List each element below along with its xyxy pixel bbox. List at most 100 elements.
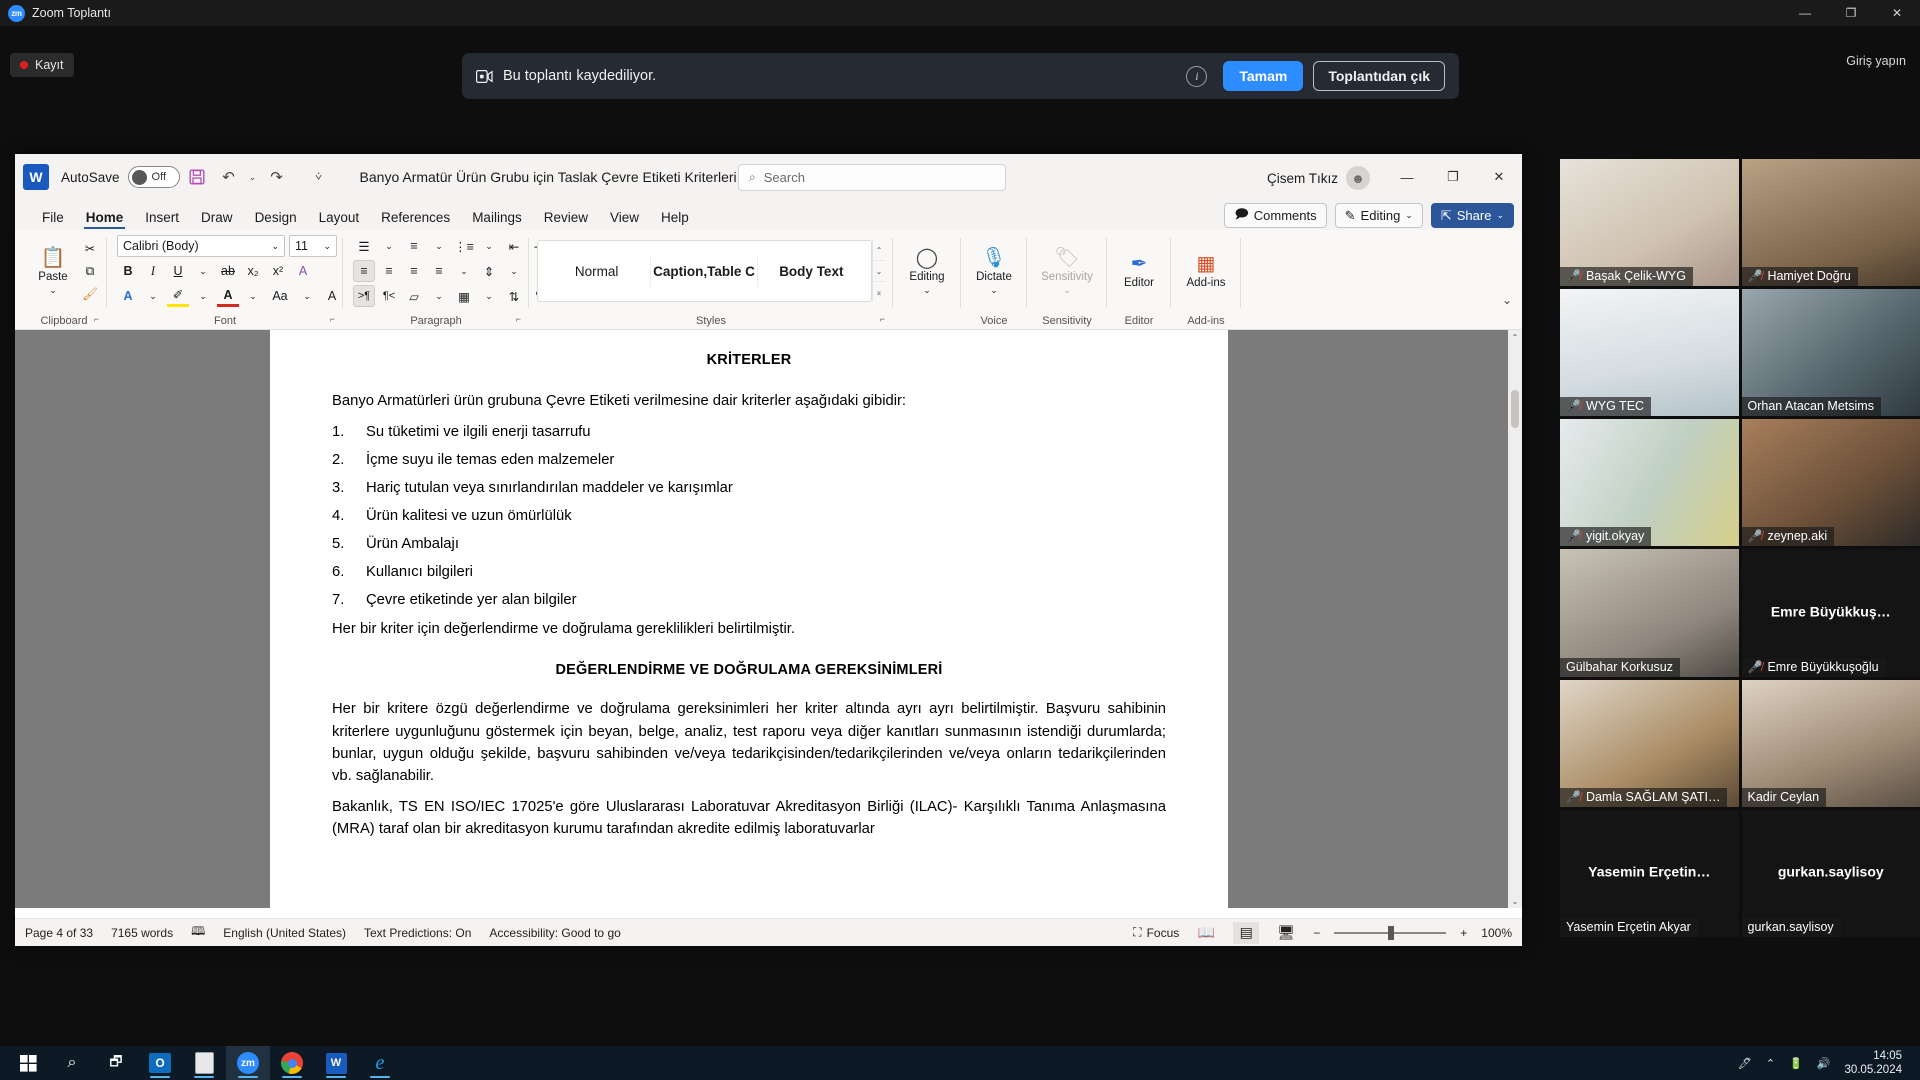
text-predictions-status[interactable]: Text Predictions: On (364, 926, 471, 940)
chevron-down-icon[interactable]: ⌄ (428, 285, 450, 307)
grow-font-icon[interactable]: A (321, 285, 343, 307)
chevron-down-icon[interactable]: ⌄ (478, 235, 500, 257)
customize-quick-access-icon[interactable]: ⩒ (304, 163, 334, 191)
borders-icon[interactable]: ▦ (453, 285, 475, 307)
scroll-up-icon[interactable]: ⌃ (1508, 330, 1522, 344)
line-spacing-icon[interactable]: ⇕ (478, 260, 500, 282)
chevron-down-icon[interactable]: ⌄ (296, 285, 318, 307)
read-mode-icon[interactable]: 📖 (1193, 922, 1219, 944)
participant-tile[interactable]: Orhan Atacan Metsims (1741, 289, 1920, 417)
rtl-icon[interactable]: ¶< (378, 285, 400, 307)
word-restore-button[interactable]: ❐ (1430, 154, 1476, 200)
underline-button[interactable]: U (167, 260, 189, 282)
document-vertical-scrollbar[interactable]: ⌃ ⌄ (1508, 330, 1522, 908)
bold-button[interactable]: B (117, 260, 139, 282)
tab-references[interactable]: References (370, 210, 461, 230)
search-input[interactable]: ⌕ Search (738, 164, 1006, 191)
editing-find-button[interactable]: ◯ Editing ⌄ (900, 247, 954, 296)
font-color-icon[interactable]: A (217, 285, 239, 307)
taskbar-app-zoom-icon[interactable]: zm (226, 1046, 270, 1080)
volume-icon[interactable]: 🔊 (1817, 1057, 1831, 1070)
chevron-down-icon[interactable]: ⌄ (242, 285, 264, 307)
addins-button[interactable]: ▦ Add-ins (1179, 253, 1233, 289)
ribbon-collapse-icon[interactable]: ⌄ (1502, 293, 1512, 307)
undo-icon[interactable]: ↶ (214, 163, 244, 191)
zoom-out-button[interactable]: − (1313, 926, 1320, 940)
share-button[interactable]: ⇱ Share ⌄ (1430, 203, 1514, 228)
tab-help[interactable]: Help (650, 210, 700, 230)
zoom-slider[interactable] (1334, 925, 1447, 940)
font-size-input[interactable]: 11 ⌄ (289, 235, 337, 257)
style-normal[interactable]: Normal (544, 256, 650, 287)
styles-scroll-up-icon[interactable]: ⌃ (872, 240, 886, 261)
sensitivity-button[interactable]: 🏷 Sensitivity ⌄ (1033, 247, 1101, 296)
zoom-maximize-button[interactable]: ❐ (1828, 0, 1874, 26)
participant-tile[interactable]: 🎤̸ zeynep.aki (1741, 419, 1920, 547)
chevron-down-icon[interactable]: ⌄ (453, 260, 475, 282)
align-left-icon[interactable]: ≡ (353, 260, 375, 282)
format-painter-icon[interactable]: 🖌 (79, 283, 101, 305)
task-view-icon[interactable]: 🗗 (94, 1046, 138, 1080)
clipboard-dialog-launcher-icon[interactable]: ⌐ (94, 310, 99, 328)
font-dialog-launcher-icon[interactable]: ⌐ (330, 310, 335, 328)
clear-formatting-icon[interactable]: A (292, 260, 314, 282)
leave-meeting-button[interactable]: Toplantıdan çık (1313, 61, 1445, 91)
account-info[interactable]: Çisem Tıkız ☻ (1267, 166, 1370, 190)
participant-tile[interactable]: 🎤̸ Damla SAĞLAM ŞATI… (1560, 679, 1739, 807)
participant-tile[interactable]: 🎤̸ Hamiyet Doğru (1741, 159, 1920, 287)
bullets-icon[interactable]: ☰ (353, 235, 375, 257)
tab-insert[interactable]: Insert (134, 210, 190, 230)
tab-file[interactable]: File (31, 210, 75, 230)
chevron-down-icon[interactable]: ⌄ (923, 285, 931, 296)
start-icon[interactable] (6, 1046, 50, 1080)
chevron-down-icon[interactable]: ⌄ (428, 235, 450, 257)
participant-tile[interactable]: 🎤̸ yigit.okyay (1560, 419, 1739, 547)
zoom-level-label[interactable]: 100% (1481, 926, 1512, 940)
chevron-down-icon[interactable]: ⌄ (323, 241, 331, 252)
proofing-errors-icon[interactable]: 🕮 (191, 922, 205, 943)
info-icon[interactable]: i (1186, 65, 1208, 87)
print-layout-icon[interactable]: ▤ (1233, 921, 1260, 944)
multilevel-list-icon[interactable]: ⋮≡ (453, 235, 475, 257)
cut-icon[interactable]: ✂ (79, 237, 101, 259)
taskbar-app-calculator-icon[interactable] (182, 1046, 226, 1080)
search-icon[interactable]: ⌕ (50, 1046, 94, 1080)
participant-tile[interactable]: gurkan.saylisoy gurkan.saylisoy (1741, 809, 1920, 937)
tab-mailings[interactable]: Mailings (461, 210, 533, 230)
superscript-button[interactable]: x² (267, 260, 289, 282)
tab-layout[interactable]: Layout (308, 210, 371, 230)
document-page[interactable]: KRİTERLER Banyo Armatürleri ürün grubuna… (270, 330, 1228, 908)
participant-tile[interactable]: Yasemin Erçetin… Yasemin Erçetin Akyar (1560, 809, 1739, 937)
participant-tile[interactable]: Kadir Ceylan (1741, 679, 1920, 807)
chevron-down-icon[interactable]: ⌄ (1063, 285, 1071, 296)
chevron-down-icon[interactable]: ⌄ (378, 235, 400, 257)
chevron-down-icon[interactable]: ⌄ (192, 260, 214, 282)
undo-dropdown-icon[interactable]: ⌄ (246, 163, 260, 191)
strikethrough-button[interactable]: ab (217, 260, 239, 282)
styles-more-icon[interactable]: ⌅ (873, 282, 886, 302)
style-caption-table-c[interactable]: Caption,Table C (649, 255, 757, 287)
consent-accept-button[interactable]: Tamam (1223, 61, 1304, 91)
subscript-button[interactable]: x₂ (242, 260, 264, 282)
zoom-in-button[interactable]: + (1460, 926, 1467, 940)
font-name-input[interactable]: Calibri (Body) ⌄ (117, 235, 285, 257)
page-number-status[interactable]: Page 4 of 33 (25, 926, 93, 940)
clock[interactable]: 14:05 30.05.2024 (1844, 1049, 1902, 1078)
styles-scroll-down-icon[interactable]: ⌄ (872, 261, 886, 282)
save-icon[interactable] (182, 163, 212, 191)
chevron-down-icon[interactable]: ⌄ (503, 260, 525, 282)
styles-gallery[interactable]: Normal Caption,Table C Body Text (536, 240, 872, 302)
chevron-down-icon[interactable]: ⌄ (142, 285, 164, 307)
sort-icon[interactable]: ⇅ (503, 285, 525, 307)
highlighter-icon[interactable]: ✐ (167, 285, 189, 307)
styles-gallery-scroll[interactable]: ⌃ ⌄ ⌅ (871, 240, 886, 302)
style-body-text[interactable]: Body Text (757, 255, 864, 287)
tab-draw[interactable]: Draw (190, 210, 244, 230)
zoom-minimize-button[interactable]: — (1782, 0, 1828, 26)
zoom-slider-thumb[interactable] (1388, 925, 1395, 940)
numbering-icon[interactable]: ≡ (403, 235, 425, 257)
participant-tile[interactable]: 🎤̸ WYG TEC (1560, 289, 1739, 417)
align-center-icon[interactable]: ≡ (378, 260, 400, 282)
taskbar-app-edge-icon[interactable]: e (358, 1046, 402, 1080)
scroll-down-icon[interactable]: ⌄ (1508, 894, 1522, 908)
